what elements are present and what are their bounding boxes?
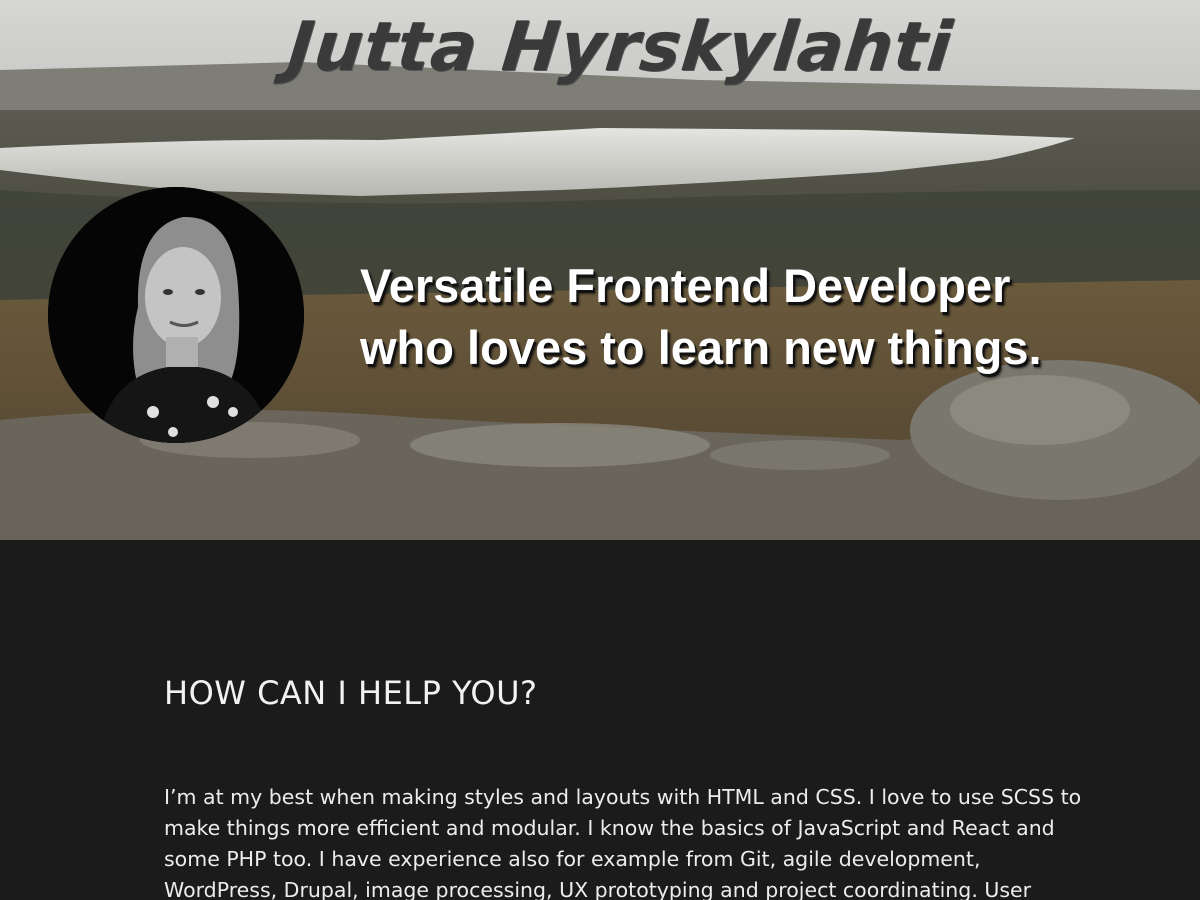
section-heading: HOW CAN I HELP YOU? [164,674,538,712]
hero-section: Jutta Hyrskylahti Versatile Frontend Dev… [0,0,1200,540]
help-section: HOW CAN I HELP YOU? I’m at my best when … [0,540,1200,900]
tagline-line-1: Versatile Frontend Developer [360,259,1011,312]
hero-tagline: Versatile Frontend Developer who loves t… [360,255,1180,379]
tagline-line-2: who loves to learn new things. [360,321,1042,374]
profile-photo [48,187,304,443]
site-title: Jutta Hyrskylahti [284,8,956,87]
portrait-image [48,187,304,443]
section-body-text: I’m at my best when making styles and la… [164,785,1082,900]
